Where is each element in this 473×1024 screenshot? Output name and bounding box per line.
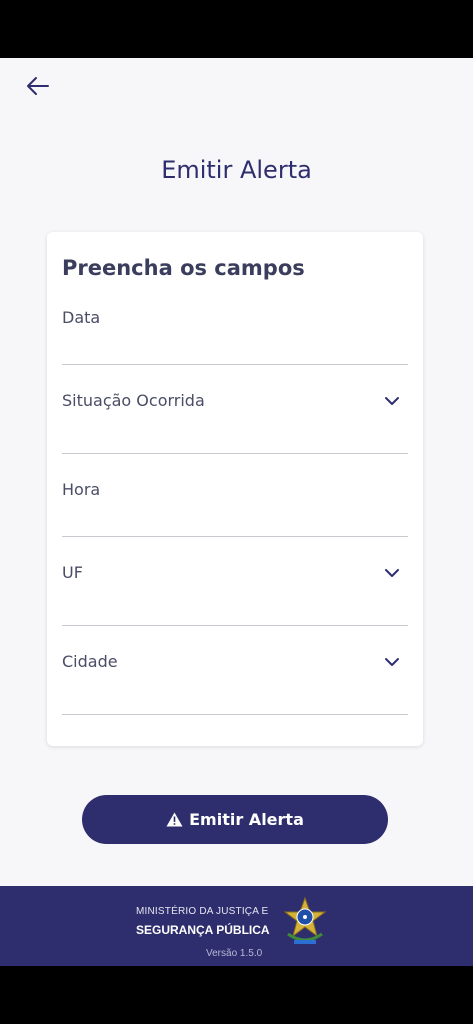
emit-alert-button-label: Emitir Alerta: [189, 810, 304, 829]
time-field-label: Hora: [62, 480, 101, 499]
arrow-left-icon: [27, 77, 49, 95]
situation-select[interactable]: Situação Ocorrida: [62, 391, 408, 454]
footer: MINISTÉRIO DA JUSTIÇA E SEGURANÇA PÚBLIC…: [0, 886, 473, 966]
app-screen: Emitir Alerta Preencha os campos Data Si…: [0, 58, 473, 886]
emit-alert-button[interactable]: Emitir Alerta: [82, 795, 388, 844]
coat-of-arms-icon: [283, 896, 327, 944]
ministry-name-line1: MINISTÉRIO DA JUSTIÇA E: [136, 906, 269, 917]
chevron-down-icon: [384, 656, 400, 668]
chevron-down-icon: [384, 567, 400, 579]
ministry-name-line2: SEGURANÇA PÚBLICA: [136, 923, 270, 937]
date-field-label: Data: [62, 308, 101, 327]
form-card: Preencha os campos Data Situação Ocorrid…: [47, 232, 423, 746]
date-field[interactable]: Data: [62, 308, 408, 365]
form-title: Preencha os campos: [62, 256, 305, 280]
app-version: Versão 1.5.0: [206, 948, 263, 959]
city-select-label: Cidade: [62, 652, 118, 671]
time-field[interactable]: Hora: [62, 480, 408, 537]
warning-triangle-icon: [166, 812, 183, 827]
back-button[interactable]: [24, 74, 52, 98]
city-select[interactable]: Cidade: [62, 652, 408, 715]
status-bar: [0, 0, 473, 58]
situation-select-label: Situação Ocorrida: [62, 391, 205, 410]
uf-select[interactable]: UF: [62, 563, 408, 626]
navigation-bar: [0, 966, 473, 1024]
uf-select-label: UF: [62, 563, 83, 582]
chevron-down-icon: [384, 395, 400, 407]
page-title: Emitir Alerta: [161, 156, 312, 184]
